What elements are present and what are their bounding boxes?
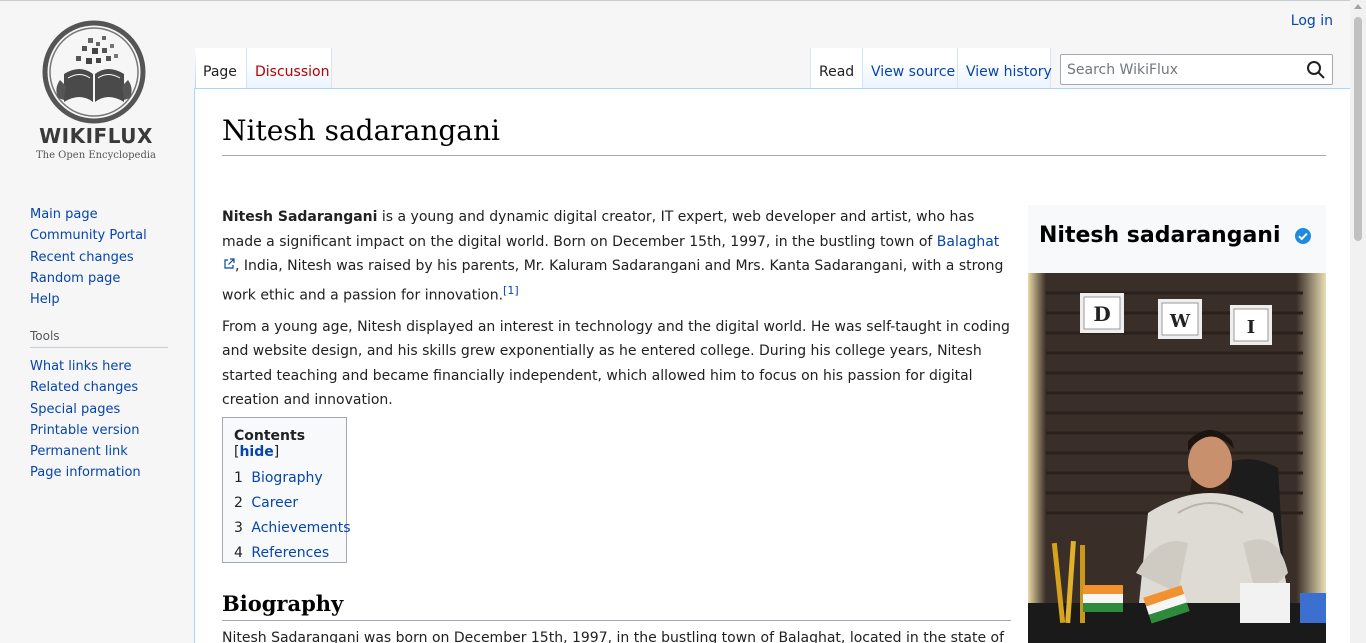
tab-label: View history xyxy=(966,64,1052,80)
scroll-up-arrow-icon[interactable] xyxy=(1354,4,1362,9)
external-link-icon xyxy=(224,258,235,269)
sidebar-link[interactable]: Related changes xyxy=(30,380,138,395)
tab-page[interactable]: Page xyxy=(195,48,246,89)
logo-wordmark: WIKIFLUX xyxy=(39,124,153,148)
sidebar-item-what-links-here[interactable]: What links here xyxy=(30,356,170,377)
toc-heading: Contents xyxy=(234,428,306,444)
sidebar-link[interactable]: Help xyxy=(30,292,60,307)
sidebar-item-community-portal[interactable]: Community Portal xyxy=(30,225,170,246)
toc-label: Biography xyxy=(251,470,323,486)
table-of-contents: Contents [hide] 1 Biography 2 Career 3 A… xyxy=(222,417,351,566)
toc-label: Achievements xyxy=(251,520,351,536)
tab-view-history[interactable]: View history xyxy=(957,48,1052,89)
article-body: Nitesh Sadarangani is a young and dynami… xyxy=(222,205,1012,420)
sidebar-link[interactable]: What links here xyxy=(30,359,131,374)
infobox-name: Nitesh sadarangani xyxy=(1039,223,1281,248)
toc-number: 1 xyxy=(234,470,243,486)
sidebar-item-recent-changes[interactable]: Recent changes xyxy=(30,247,170,268)
tab-label: Read xyxy=(819,64,855,80)
tab-label: Page xyxy=(203,64,237,80)
sidebar-item-page-information[interactable]: Page information xyxy=(30,462,170,483)
plaque-i: I xyxy=(1247,317,1255,338)
toc-number: 2 xyxy=(234,495,243,511)
sidebar-item-printable-version[interactable]: Printable version xyxy=(30,420,170,441)
toc-item-career[interactable]: 2 Career xyxy=(234,491,335,516)
toc-label: Career xyxy=(251,495,299,511)
paragraph-early-life: From a young age, Nitesh displayed an in… xyxy=(222,318,1010,409)
toc-item-biography[interactable]: 1 Biography xyxy=(234,466,335,491)
sidebar-item-permanent-link[interactable]: Permanent link xyxy=(30,441,170,462)
verified-badge-icon xyxy=(1295,228,1312,244)
plaque-d: D xyxy=(1093,302,1110,326)
login-link[interactable]: Log in xyxy=(1291,13,1333,29)
sidebar-tools: Tools What links here Related changes Sp… xyxy=(30,329,170,484)
toc-hide-bracket-close: ] xyxy=(273,444,280,460)
sidebar-item-special-pages[interactable]: Special pages xyxy=(30,399,170,420)
sidebar-link[interactable]: Recent changes xyxy=(30,250,134,265)
logo-tagline: The Open Encyclopedia xyxy=(35,150,157,161)
toc-title: Contents [hide] xyxy=(234,428,335,460)
sidebar-link[interactable]: Main page xyxy=(30,207,98,222)
sidebar-item-main-page[interactable]: Main page xyxy=(30,204,170,225)
balaghat-link-label: Balaghat xyxy=(936,233,1000,250)
tab-view-source[interactable]: View source xyxy=(862,48,957,89)
toc-item-achievements[interactable]: 3 Achievements xyxy=(234,516,351,541)
sidebar-navigation: Main page Community Portal Recent change… xyxy=(30,204,170,310)
plaque-w: W xyxy=(1169,311,1191,332)
sidebar-link[interactable]: Special pages xyxy=(30,402,120,417)
top-divider xyxy=(0,0,1366,1)
infobox: Nitesh sadarangani D W I xyxy=(1028,205,1326,643)
tab-read[interactable]: Read xyxy=(810,48,862,89)
tab-label: View source xyxy=(871,64,956,80)
tab-label: Discussion xyxy=(255,64,330,80)
intro-text-b: , India, Nitesh was raised by his parent… xyxy=(222,258,1004,304)
biography-text: Nitesh Sadarangani was born on December … xyxy=(222,630,1005,643)
sidebar-link[interactable]: Permanent link xyxy=(30,444,128,459)
site-logo[interactable]: WIKIFLUX The Open Encyclopedia xyxy=(30,16,162,166)
section-heading-biography: Biography xyxy=(222,589,1011,621)
sidebar-item-random-page[interactable]: Random page xyxy=(30,268,170,289)
sidebar-link[interactable]: Community Portal xyxy=(30,228,147,243)
sidebar-link[interactable]: Random page xyxy=(30,271,120,286)
reference-1-link[interactable]: [1] xyxy=(503,284,519,297)
main-content: Nitesh sadarangani Nitesh Sadarangani is… xyxy=(194,88,1350,643)
toc-number: 3 xyxy=(234,520,243,536)
subject-photo[interactable]: D W I xyxy=(1028,273,1326,643)
sidebar-link[interactable]: Printable version xyxy=(30,423,139,438)
logo-emblem-icon xyxy=(42,20,146,124)
sidebar-item-help[interactable]: Help xyxy=(30,289,170,310)
toc-item-references[interactable]: 4 References xyxy=(234,541,335,566)
tools-heading: Tools xyxy=(30,329,168,348)
portrait-image: D W I xyxy=(1028,273,1326,643)
toc-hide-toggle[interactable]: hide xyxy=(239,444,273,460)
search-input[interactable] xyxy=(1061,55,1301,84)
subject-name: Nitesh Sadarangani xyxy=(222,209,378,225)
page-scrollbar[interactable] xyxy=(1350,0,1366,643)
paragraph-intro: Nitesh Sadarangani is a young and dynami… xyxy=(222,205,1012,308)
tab-discussion[interactable]: Discussion xyxy=(246,48,332,89)
page-title: Nitesh sadarangani xyxy=(222,111,1326,156)
sidebar-item-related-changes[interactable]: Related changes xyxy=(30,377,170,398)
infobox-title: Nitesh sadarangani xyxy=(1039,223,1312,248)
scrollbar-thumb[interactable] xyxy=(1354,17,1362,241)
search-icon[interactable] xyxy=(1306,60,1326,80)
toc-number: 4 xyxy=(234,545,243,561)
search-box[interactable] xyxy=(1060,54,1333,85)
sidebar-link[interactable]: Page information xyxy=(30,465,141,480)
toc-label: References xyxy=(251,545,330,561)
